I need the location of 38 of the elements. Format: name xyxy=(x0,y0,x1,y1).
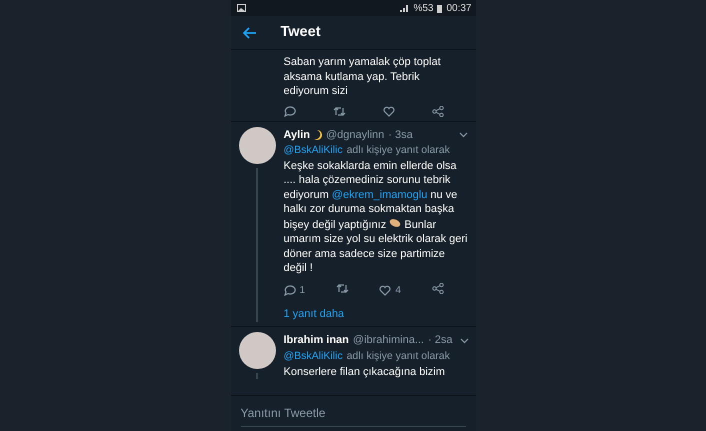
reply-icon[interactable] xyxy=(284,284,296,296)
chevron-down-icon[interactable] xyxy=(458,132,468,138)
like-count: 4 xyxy=(395,284,401,298)
reply-icon[interactable] xyxy=(284,106,296,116)
share-icon[interactable] xyxy=(432,106,444,116)
mention-link[interactable]: @BskAliKilic xyxy=(284,144,343,156)
tweet-time: · 3sa xyxy=(388,128,413,142)
tweet-text: Saban yarım yamalak çöp toplat aksama kutlama yap. Tebrik ediyorum sizi xyxy=(284,55,442,98)
battery-level: %53 xyxy=(413,2,434,16)
reply-context: adlı kişiye yanıt olarak xyxy=(346,144,450,156)
back-icon[interactable] xyxy=(242,26,256,38)
tweet-text: Keşke sokaklarda emin ellerde olsa .... hala çözemediniz sorunu tebrik ediyorum @ekrem_imamoglu nu ve halkı zor duruma sokmaktan başka bişey değil yaptığınız Bunlar umarım size yol su elektrik olarak geri döner ama sadece size partimize değil ! xyxy=(284,158,468,276)
chevron-down-icon[interactable] xyxy=(460,338,470,344)
reply-input-field[interactable]: Yanıtını Tweetle xyxy=(240,400,466,427)
avatar-placeholder xyxy=(238,126,276,164)
image-icon xyxy=(236,4,246,12)
user-handle: @dgnaylinn xyxy=(326,128,384,142)
clock-time: 00:37 xyxy=(446,2,472,16)
user-name: Aylin xyxy=(284,128,310,142)
user-handle: @ibrahimina... xyxy=(352,333,424,348)
signal-icon xyxy=(399,4,410,12)
reply-context: adlı kişiye yanıt olarak xyxy=(346,350,450,362)
heart-icon[interactable] xyxy=(379,284,392,296)
avatar-placeholder xyxy=(238,332,276,370)
page-title: Tweet xyxy=(280,22,321,42)
tweet-time: · 2sa xyxy=(428,333,452,348)
battery-icon xyxy=(437,4,442,12)
retweet-icon[interactable] xyxy=(336,282,349,294)
more-replies-link[interactable]: 1 yanıt daha xyxy=(284,306,468,322)
mention-link[interactable]: @BskAliKilic xyxy=(284,350,343,362)
crescent-moon-icon xyxy=(314,130,322,140)
heart-icon[interactable] xyxy=(382,106,394,116)
share-icon[interactable] xyxy=(432,282,444,294)
retweet-icon[interactable] xyxy=(332,106,346,116)
tweet-text: Konserlere filan çıkacağına bizim xyxy=(284,364,446,379)
user-name: Ibrahim inan xyxy=(284,333,349,348)
reply-count: 1 xyxy=(300,284,306,298)
mention-link[interactable]: @ekrem_imamoglu xyxy=(332,188,428,201)
